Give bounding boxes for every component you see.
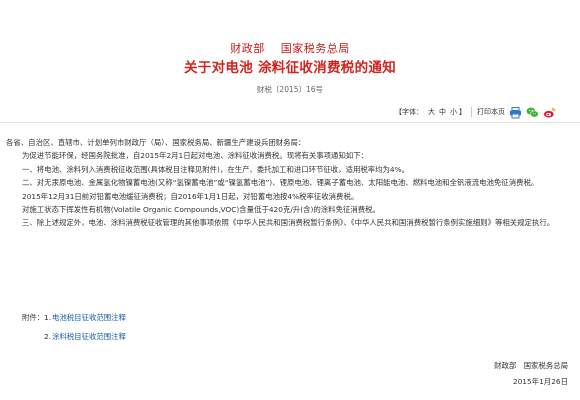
article-toolbar: 【字体： 大 中 小 】 打印本页 (395, 104, 556, 120)
issuing-agencies: 财政部 国家税务总局 (0, 40, 580, 56)
paragraph-scope: 一、将电池、涂料列入消费税征收范围(具体税目注释见附件)，在生产、委托加工和进口… (22, 164, 410, 174)
attachment-number: 1. (44, 313, 52, 322)
signature-date: 2015年1月26日 (512, 377, 568, 386)
attachments-label: 附件： (22, 313, 45, 322)
attachments: 附件： 1. 电池税目征收范围注释 2. 涂料税目征收范围注释 (22, 311, 126, 343)
attachment-link-coating[interactable]: 涂料税目征收范围注释 (52, 330, 126, 343)
print-button[interactable]: 打印本页 (477, 107, 505, 117)
document-body: 各省、自治区、直辖市、计划单列市财政厅（局）、国家税务局、新疆生产建设兵团财务局… (6, 136, 568, 230)
attachment-link-battery[interactable]: 电池税目征收范围注释 (52, 311, 126, 324)
document-number: 财税〔2015〕16号 (256, 85, 324, 94)
attachment-row: 2. 涂料税目征收范围注释 (44, 330, 126, 343)
header-divider (0, 122, 580, 123)
paragraph-other-rules: 三、除上述规定外，电池、涂料消费税征收管理的其他事项依照《中华人民共和国消费税暂… (22, 218, 555, 228)
salutation: 各省、自治区、直辖市、计划单列市财政厅（局）、国家税务局、新疆生产建设兵团财务局… (6, 138, 306, 147)
font-size-small-button[interactable]: 小 (450, 107, 457, 117)
agency-sat: 国家税务总局 (280, 42, 350, 55)
paragraph-intro: 为促进节能环保，经国务院批准，自2015年2月1日起对电池、涂料征收消费税。现将… (22, 151, 369, 161)
attachment-row: 附件： 1. 电池税目征收范围注释 (22, 311, 126, 324)
weibo-icon[interactable] (543, 106, 556, 119)
wechat-icon[interactable] (526, 106, 539, 119)
agency-mof: 财政部 (230, 42, 265, 55)
font-size-label: 【字体： (395, 108, 423, 116)
attachment-number: 2. (44, 332, 52, 341)
paragraph-voc-coatings: 对施工状态下挥发性有机物(Volatile Organic Compounds,… (22, 205, 380, 215)
paragraph-lead-battery: 2015年12月31日前对铅蓄电池缓征消费税；自2016年1月1日起，对铅蓄电池… (22, 191, 359, 201)
signature-block: 财政部 国家税务总局 2015年1月26日 (494, 358, 568, 390)
signature-issuers: 财政部 国家税务总局 (494, 361, 568, 370)
paragraph-exemptions: 二、对无汞原电池、金属氢化物镍蓄电池(又称“氢镍蓄电池”或“镍氢蓄电池”)、锂原… (22, 178, 539, 188)
page-title: 关于对电池 涂料征收消费税的通知 (184, 60, 396, 76)
font-size-close-bracket: 】 (459, 108, 466, 116)
print-icon[interactable] (509, 106, 522, 119)
font-size-medium-button[interactable]: 中 (439, 107, 446, 117)
font-size-large-button[interactable]: 大 (428, 107, 435, 117)
toolbar-divider (471, 107, 472, 117)
